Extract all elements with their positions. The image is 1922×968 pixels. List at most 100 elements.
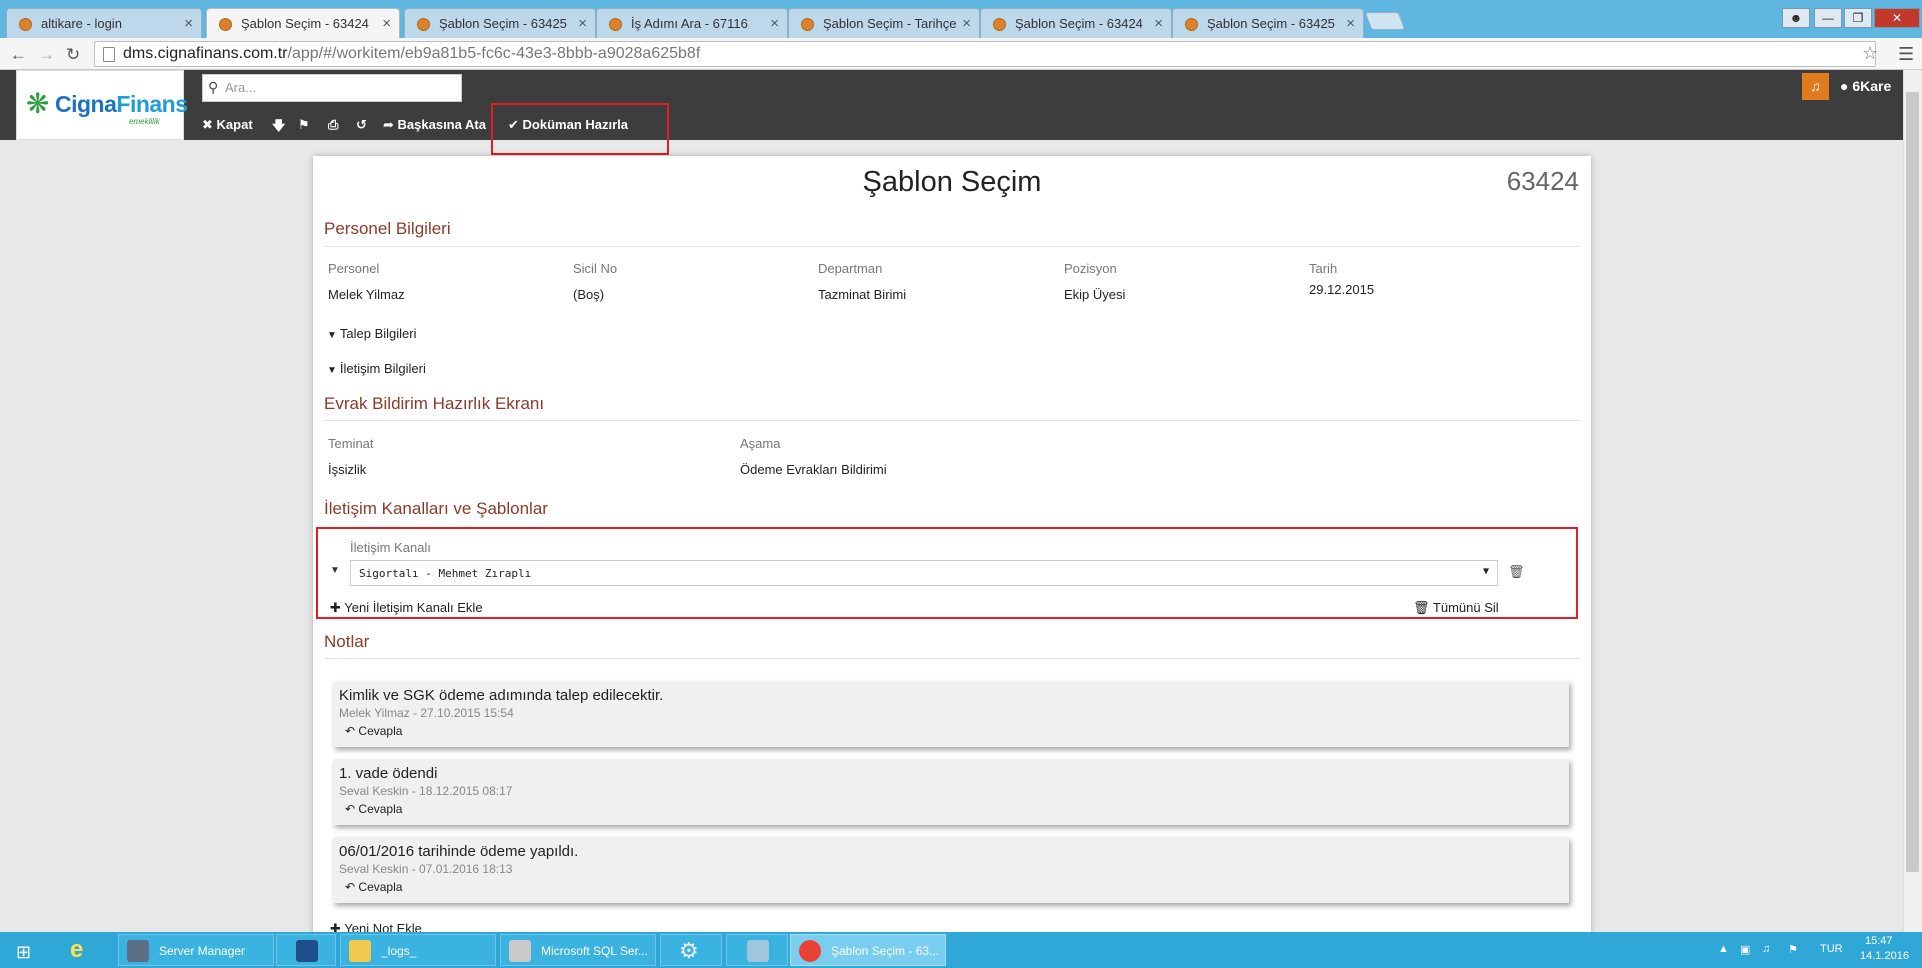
clock-time[interactable]: 15:47: [1865, 935, 1893, 947]
taskbar-internet-explorer[interactable]: e: [60, 934, 116, 966]
language-indicator[interactable]: TUR: [1820, 943, 1843, 955]
gear-icon: ⚙: [679, 938, 699, 963]
site-favicon-icon: [219, 18, 232, 31]
assign-to-other-button[interactable]: ➦ Başkasına Ata: [383, 117, 486, 133]
field-label: Tarih: [1309, 261, 1338, 276]
site-favicon-icon: [1185, 18, 1198, 31]
browser-tab[interactable]: Şablon Seçim - 63425 ×: [404, 8, 596, 38]
section-evrak: Evrak Bildirim Hazırlık Ekranı: [324, 394, 545, 413]
site-favicon-icon: [993, 18, 1006, 31]
toggle-iletisim-bilgileri[interactable]: ▼ İletişim Bilgileri: [327, 361, 426, 376]
browser-tab[interactable]: Şablon Seçim - 63425 ×: [1172, 8, 1364, 38]
taskbar-logs-folder[interactable]: _logs_: [340, 934, 496, 966]
reply-icon: ↶: [345, 724, 356, 738]
close-window-button[interactable]: ✕: [1874, 8, 1920, 28]
logo-subtitle: emeklilik: [129, 117, 160, 126]
logo-text: CignaFinans: [55, 91, 188, 117]
reply-button[interactable]: ↶ Cevapla: [345, 880, 402, 894]
taskbar-app[interactable]: [726, 934, 788, 966]
user-icon: ●: [1840, 78, 1849, 94]
chrome-menu-icon[interactable]: ☰: [1898, 44, 1914, 65]
site-favicon-icon: [19, 18, 32, 31]
reply-button[interactable]: ↶ Cevapla: [345, 802, 402, 816]
highlight-box-toolbar: [491, 103, 669, 155]
divider: [324, 420, 1580, 421]
sql-server-icon: [509, 940, 531, 962]
close-tab-icon[interactable]: ×: [184, 15, 193, 32]
note-item: 06/01/2016 tarihinde ödeme yapıldı. Seva…: [333, 837, 1569, 903]
taskbar-server-manager[interactable]: Server Manager: [118, 934, 274, 966]
taskbar-settings[interactable]: ⚙: [660, 934, 722, 966]
tab-title: Şablon Seçim - Tarihçe: [823, 16, 957, 31]
browser-tab-active[interactable]: Şablon Seçim - 63424 ×: [206, 8, 400, 38]
close-tab-icon[interactable]: ×: [1154, 15, 1163, 32]
minimize-button[interactable]: —: [1814, 8, 1842, 28]
field-value: Ödeme Evrakları Bildirimi: [740, 462, 887, 477]
cigna-finans-logo[interactable]: ❋ CignaFinans emeklilik: [16, 70, 188, 140]
internet-explorer-icon: e: [70, 936, 84, 963]
browser-tab[interactable]: Şablon Seçim - Tarihçe ×: [788, 8, 980, 38]
scrollbar-thumb[interactable]: [1906, 92, 1919, 872]
notification-bell-icon[interactable]: ♫: [1802, 73, 1829, 100]
close-tab-icon[interactable]: ×: [962, 15, 971, 32]
reply-button[interactable]: ↶ Cevapla: [345, 724, 402, 738]
field-value: 29.12.2015: [1309, 282, 1375, 297]
tray-network-icon[interactable]: ▣: [1740, 943, 1750, 956]
clock-date[interactable]: 14.1.2016: [1860, 950, 1909, 962]
search-icon: ⚲: [208, 79, 219, 95]
profile-icon[interactable]: ☻: [1782, 8, 1810, 28]
tray-volume-icon[interactable]: ♫: [1762, 943, 1770, 955]
search-placeholder: Ara...: [225, 80, 257, 95]
site-favicon-icon: [417, 18, 430, 31]
taskbar-sql-server[interactable]: Microsoft SQL Ser...: [500, 934, 656, 966]
section-notlar: Notlar: [324, 632, 370, 651]
forward-arrow-icon[interactable]: →: [38, 45, 55, 65]
section-personel: Personel Bilgileri: [324, 219, 451, 238]
note-meta: Seval Keskin - 07.01.2016 18:13: [339, 862, 513, 876]
toggle-talep-bilgileri[interactable]: ▼ Talep Bilgileri: [327, 326, 417, 341]
page-icon: [103, 47, 115, 62]
chrome-icon: [799, 940, 821, 962]
divider: [324, 658, 1580, 659]
print-icon[interactable]: ⎙: [328, 117, 338, 133]
field-value: Melek Yilmaz: [328, 287, 405, 302]
powershell-icon: [296, 940, 318, 962]
browser-tab[interactable]: Şablon Seçim - 63424 ×: [980, 8, 1172, 38]
browser-tab[interactable]: altikare - login ×: [6, 8, 202, 38]
address-bar[interactable]: dms.cignafinans.com.tr/app/#/workitem/eb…: [94, 41, 1876, 67]
close-tab-icon[interactable]: ×: [382, 15, 391, 32]
bookmark-star-icon[interactable]: ☆: [1862, 43, 1878, 64]
search-input[interactable]: ⚲ Ara...: [202, 74, 462, 102]
tray-flag-icon[interactable]: ⚑: [1788, 943, 1798, 956]
field-label: Pozisyon: [1064, 261, 1117, 276]
caret-down-icon: ▼: [327, 365, 337, 376]
browser-toolbar: ← → ↻ dms.cignafinans.com.tr/app/#/worki…: [0, 38, 1922, 70]
close-workitem-button[interactable]: ✖ Kapat: [202, 117, 253, 133]
field-label: Teminat: [328, 436, 374, 451]
maximize-button[interactable]: ❐: [1844, 8, 1872, 28]
user-menu[interactable]: ● 6Kare: [1840, 78, 1891, 94]
start-button[interactable]: ⊞: [4, 934, 50, 966]
taskbar-chrome[interactable]: Şablon Seçim - 63...: [790, 934, 946, 966]
reply-icon: ↶: [345, 802, 356, 816]
browser-tabstrip: altikare - login × Şablon Seçim - 63424 …: [0, 0, 1922, 38]
tags-icon[interactable]: ⚑: [298, 117, 310, 133]
browser-tab[interactable]: İş Adımı Ara - 67116 ×: [596, 8, 788, 38]
taskbar-powershell[interactable]: [276, 934, 336, 966]
new-tab-button[interactable]: [1364, 12, 1406, 30]
app-icon: [747, 940, 769, 962]
download-icon[interactable]: 🡇: [272, 117, 285, 139]
history-icon[interactable]: ↺: [356, 117, 367, 133]
tab-title: İş Adımı Ara - 67116: [631, 16, 748, 31]
close-tab-icon[interactable]: ×: [578, 15, 587, 32]
reload-icon[interactable]: ↻: [66, 45, 80, 65]
close-tab-icon[interactable]: ×: [1346, 15, 1355, 32]
site-favicon-icon: [801, 18, 814, 31]
note-text: Kimlik ve SGK ödeme adımında talep edile…: [339, 687, 664, 704]
close-tab-icon[interactable]: ×: [770, 15, 779, 32]
tray-expand-icon[interactable]: ▲: [1718, 943, 1729, 955]
divider: [324, 246, 1580, 247]
back-arrow-icon[interactable]: ←: [10, 45, 27, 65]
windows-taskbar: ⊞ e Server Manager _logs_ Microsoft SQL …: [0, 932, 1922, 968]
caret-down-icon: ▼: [327, 330, 337, 341]
